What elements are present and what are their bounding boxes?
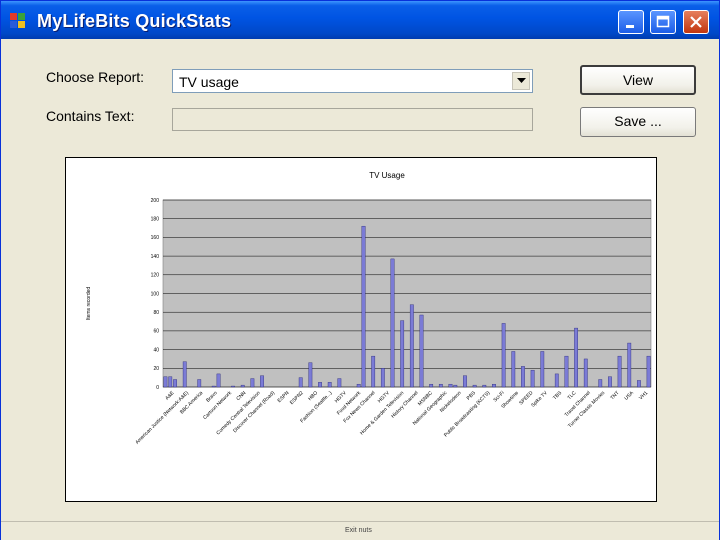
y-tick-label: 20 bbox=[153, 366, 159, 372]
x-tick-label: HBO bbox=[307, 390, 319, 402]
bar bbox=[390, 258, 395, 388]
bar bbox=[216, 373, 221, 388]
bar bbox=[438, 383, 443, 388]
minimize-button[interactable] bbox=[618, 10, 644, 34]
bar bbox=[260, 375, 264, 388]
y-tick-label: 200 bbox=[151, 198, 160, 204]
app-icon bbox=[10, 13, 26, 29]
chart-frame: TV Usage Items recorded 0 20 40 60 80 100 120 140… bbox=[65, 157, 657, 502]
maximize-icon bbox=[656, 15, 670, 28]
report-dropdown[interactable]: TV usage bbox=[172, 69, 533, 93]
y-tick-label: 160 bbox=[151, 235, 160, 241]
bar bbox=[501, 323, 506, 388]
bar bbox=[182, 361, 187, 388]
bar bbox=[492, 383, 496, 388]
bar bbox=[453, 384, 458, 388]
x-tick-label: American Justice (Network:A&E) bbox=[134, 390, 190, 446]
save-button[interactable]: Save ... bbox=[580, 107, 696, 137]
bar bbox=[598, 379, 603, 388]
title-bar[interactable]: MyLifeBits QuickStats bbox=[1, 1, 719, 39]
bar bbox=[617, 355, 622, 388]
status-text: Exit nuts bbox=[345, 527, 372, 534]
bar bbox=[530, 369, 535, 388]
x-tick-label: A&E bbox=[164, 390, 176, 402]
y-tick-label: 180 bbox=[151, 217, 160, 223]
app-window: MyLifeBits QuickStats Choose Report: TV … bbox=[0, 0, 720, 540]
y-tick-label: 100 bbox=[151, 291, 160, 297]
y-tick-label: 0 bbox=[156, 385, 159, 391]
bar bbox=[554, 373, 559, 388]
bar bbox=[448, 383, 453, 388]
bar bbox=[608, 376, 612, 388]
view-button[interactable]: View bbox=[580, 65, 696, 95]
chevron-down-icon[interactable] bbox=[512, 72, 530, 90]
bar bbox=[429, 383, 434, 388]
bar bbox=[511, 351, 516, 388]
chart-title: TV Usage bbox=[369, 171, 405, 180]
status-bar: Exit nuts bbox=[1, 521, 719, 540]
bar bbox=[583, 358, 588, 388]
choose-report-label: Choose Report: bbox=[46, 69, 145, 85]
report-dropdown-value: TV usage bbox=[179, 74, 239, 90]
x-tick-label: Spike TV bbox=[530, 390, 549, 409]
bar bbox=[250, 378, 255, 388]
bar bbox=[637, 380, 641, 388]
bar bbox=[409, 304, 414, 388]
bar bbox=[318, 382, 322, 388]
bar bbox=[400, 320, 405, 388]
contains-text-input[interactable] bbox=[172, 108, 533, 131]
x-tick-label: TBS bbox=[552, 390, 564, 402]
contains-text-label: Contains Text: bbox=[46, 108, 135, 124]
y-tick-label: 120 bbox=[151, 273, 160, 279]
bar bbox=[472, 384, 477, 388]
bar bbox=[540, 351, 545, 388]
bar bbox=[646, 355, 651, 388]
bar bbox=[163, 376, 168, 388]
bar bbox=[419, 314, 424, 388]
x-tick-label: ESPN2 bbox=[289, 390, 305, 406]
maximize-button[interactable] bbox=[650, 10, 676, 34]
bar bbox=[564, 355, 569, 388]
bar bbox=[337, 378, 342, 388]
bar bbox=[173, 379, 177, 388]
bar bbox=[211, 385, 216, 388]
y-tick-label: 40 bbox=[153, 347, 159, 353]
y-tick-label: 80 bbox=[153, 310, 159, 316]
bar bbox=[168, 376, 173, 388]
x-tick-label: TNT bbox=[609, 390, 620, 401]
y-tick-label: 140 bbox=[151, 254, 160, 260]
close-button[interactable] bbox=[683, 10, 709, 34]
bar bbox=[482, 384, 487, 388]
bar bbox=[521, 366, 525, 388]
bar bbox=[380, 368, 385, 388]
x-tick-label: PBS bbox=[466, 390, 478, 402]
bar bbox=[463, 375, 467, 388]
bar bbox=[371, 355, 376, 388]
window-title: MyLifeBits QuickStats bbox=[37, 11, 232, 31]
tv-usage-chart: TV Usage Items recorded 0 20 40 60 80 100 120 140… bbox=[86, 171, 652, 446]
x-tick-label: USA bbox=[623, 390, 635, 402]
bar bbox=[308, 362, 313, 388]
bar bbox=[327, 382, 332, 388]
x-tick-label: VH1 bbox=[638, 390, 649, 401]
x-tick-label: CNN bbox=[235, 390, 247, 402]
bar bbox=[240, 384, 245, 388]
bar bbox=[627, 342, 632, 388]
x-tick-label: TLC bbox=[567, 390, 578, 401]
close-icon bbox=[690, 16, 702, 28]
bar bbox=[197, 379, 202, 388]
bar bbox=[361, 225, 366, 388]
bar bbox=[298, 377, 303, 388]
y-axis-label: Items recorded bbox=[86, 287, 92, 321]
bar bbox=[356, 383, 361, 388]
minimize-icon bbox=[626, 25, 634, 28]
bar bbox=[231, 385, 235, 388]
bar bbox=[574, 327, 578, 388]
y-tick-label: 60 bbox=[153, 329, 159, 335]
